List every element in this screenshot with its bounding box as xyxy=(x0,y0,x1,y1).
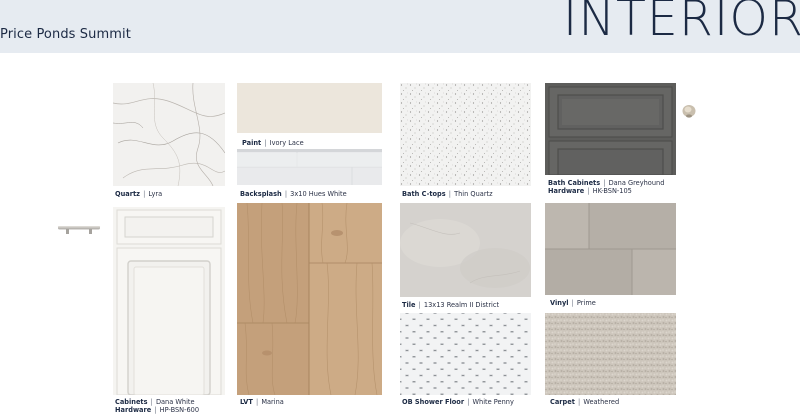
bath-cabinets-value: Dana Greyhound xyxy=(608,179,665,187)
cabinet-knob-icon xyxy=(681,103,697,119)
ob-shower-floor-label: OB Shower Floor | White Penny xyxy=(402,398,514,406)
backsplash-value: 3x10 Hues White xyxy=(290,190,347,198)
bath-hardware-name: Hardware xyxy=(548,187,585,195)
bath-ctops-swatch xyxy=(400,83,531,186)
bath-ctops-name: Bath C-tops xyxy=(402,190,446,198)
separator: | xyxy=(262,139,269,147)
separator: | xyxy=(148,398,155,406)
bath-hardware-label: Hardware | HK-BSN-105 xyxy=(548,187,632,195)
separator: | xyxy=(416,301,423,309)
bath-cabinets-label: Bath Cabinets | Dana Greyhound xyxy=(548,179,664,187)
bath-ctops-value: Thin Quartz xyxy=(454,190,493,198)
vinyl-value: Prime xyxy=(576,299,596,307)
paint-value: Ivory Lace xyxy=(269,139,304,147)
community-name: Price Ponds Summit xyxy=(0,27,131,42)
quartz-swatch xyxy=(113,83,225,186)
carpet-name: Carpet xyxy=(550,398,575,406)
vinyl-swatch xyxy=(545,203,676,295)
tile-name: Tile xyxy=(402,301,416,309)
cabinet-swatch xyxy=(113,207,225,395)
page-header: Price Ponds Summit INTERIOR xyxy=(0,0,800,53)
separator: | xyxy=(601,179,608,187)
quartz-name: Quartz xyxy=(115,190,140,198)
separator: | xyxy=(569,299,576,307)
separator: | xyxy=(282,190,290,198)
tile-label: Tile | 13x13 Realm II District xyxy=(402,301,499,309)
bath-cabinet-swatch xyxy=(545,83,676,175)
cabinet-pull-icon xyxy=(56,222,102,236)
section-title: INTERIOR xyxy=(562,0,800,47)
ob-shower-floor-value: White Penny xyxy=(472,398,514,406)
tile-value: 13x13 Realm II District xyxy=(423,301,500,309)
backsplash-name: Backsplash xyxy=(240,190,282,198)
bath-cabinets-name: Bath Cabinets xyxy=(548,179,601,187)
lvt-swatch xyxy=(237,203,382,395)
quartz-value: Lyra xyxy=(148,190,163,198)
bath-ctops-label: Bath C-tops | Thin Quartz xyxy=(402,190,493,198)
lvt-label: LVT | Marina xyxy=(240,398,284,406)
backsplash-swatch xyxy=(237,149,382,185)
paint-name: Paint xyxy=(242,139,262,147)
vinyl-name: Vinyl xyxy=(550,299,569,307)
carpet-value: Weathered xyxy=(583,398,620,406)
carpet-swatch xyxy=(545,313,676,395)
penny-tile-swatch xyxy=(400,313,531,395)
separator: | xyxy=(585,187,592,195)
separator: | xyxy=(465,398,472,406)
lvt-name: LVT xyxy=(240,398,253,406)
vinyl-label: Vinyl | Prime xyxy=(550,299,596,307)
carpet-label: Carpet | Weathered xyxy=(550,398,619,406)
bath-hardware-value: HK-BSN-105 xyxy=(592,187,632,195)
ob-shower-floor-name: OB Shower Floor xyxy=(402,398,465,406)
paint-swatch xyxy=(237,83,382,133)
cabinets-value: Dana White xyxy=(155,398,195,406)
tile-swatch xyxy=(400,203,531,297)
cabinets-label: Cabinets | Dana White xyxy=(115,398,195,406)
quartz-label: Quartz | Lyra xyxy=(115,190,162,198)
cabinets-name: Cabinets xyxy=(115,398,148,406)
paint-label: Paint | Ivory Lace xyxy=(242,139,304,147)
separator: | xyxy=(446,190,454,198)
backsplash-label: Backsplash | 3x10 Hues White xyxy=(240,190,347,198)
lvt-value: Marina xyxy=(261,398,284,406)
